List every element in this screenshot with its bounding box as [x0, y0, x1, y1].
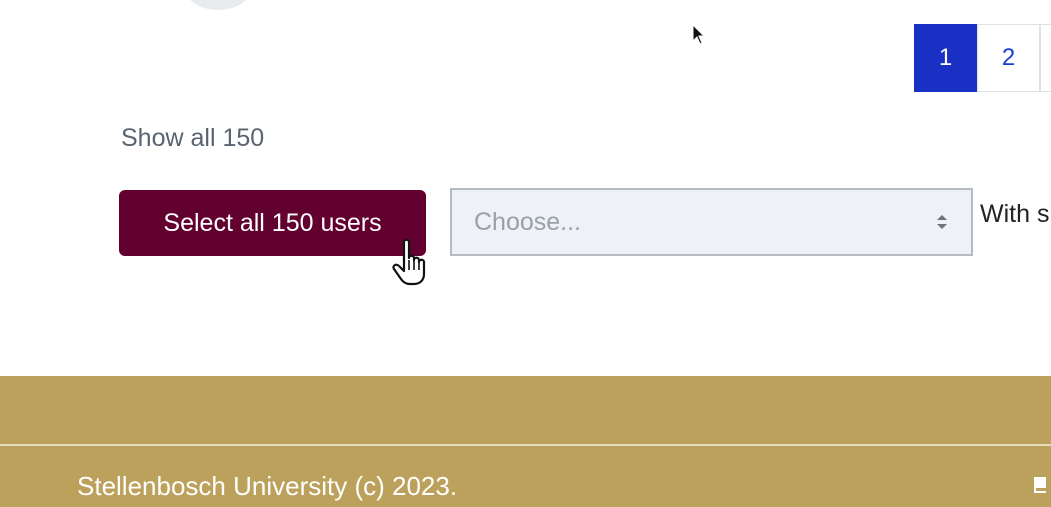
- cursor-arrow-icon: [692, 24, 706, 45]
- site-footer: Stellenbosch University (c) 2023.: [0, 376, 1051, 507]
- show-all-link[interactable]: Show all 150: [121, 124, 264, 153]
- bulk-action-select[interactable]: Choose...: [450, 188, 973, 256]
- page-link-1[interactable]: 1: [914, 24, 977, 92]
- document-icon[interactable]: [1030, 473, 1051, 497]
- footer-divider: [0, 444, 1051, 446]
- with-selected-label: With s: [980, 200, 1050, 228]
- sort-arrows-icon: [937, 215, 947, 229]
- cursor-hand-icon: [392, 238, 426, 286]
- select-all-users-button[interactable]: Select all 150 users: [119, 190, 426, 256]
- footer-copyright: Stellenbosch University (c) 2023.: [77, 471, 458, 501]
- avatar: [186, 0, 250, 10]
- page-link-2[interactable]: 2: [977, 24, 1040, 92]
- page-link-next-partial[interactable]: [1040, 24, 1051, 92]
- pagination: 1 2: [914, 24, 1051, 92]
- bulk-action-select-value: Choose...: [474, 207, 582, 236]
